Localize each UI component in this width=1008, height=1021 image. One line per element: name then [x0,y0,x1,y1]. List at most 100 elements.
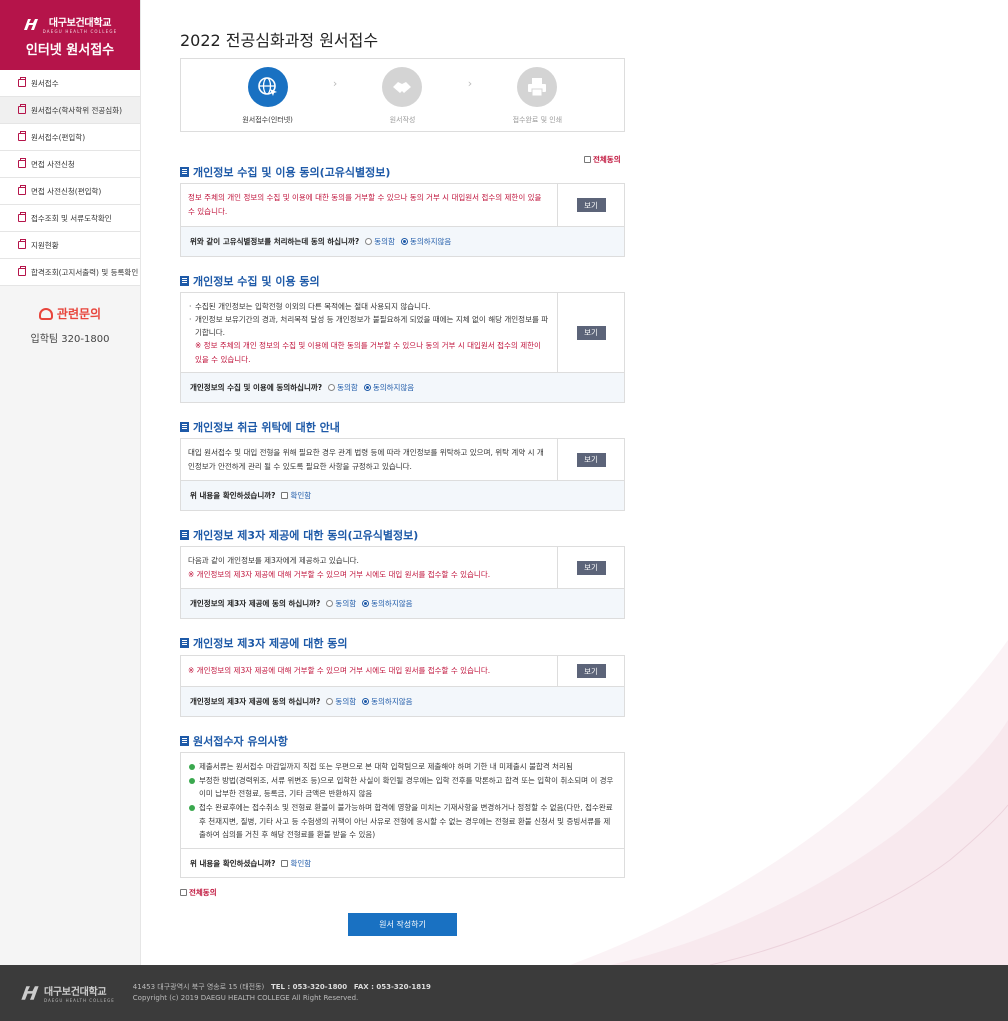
sidebar-item-label: 면접 사전신청(편입학) [31,186,102,196]
disagree-label: 동의하지않음 [371,697,413,706]
document-icon [180,530,189,540]
sidebar-item-label: 지원현황 [31,240,59,250]
sidebar-item-label: 원서접수(학사학위 전공심화) [31,105,123,115]
sidebar-nav: 원서접수 원서접수(학사학위 전공심화) 원서접수(편입학) 면접 사전신청 면… [0,70,140,286]
sidebar-item-status[interactable]: 지원현황 [0,232,140,259]
sidebar-item-label: 합격조회(고지서출력) 및 등록확인 [31,267,139,277]
building-icon [18,212,26,222]
consent-box-outsourcing: 대입 원서접수 및 대입 전형을 위해 필요한 경우 관계 법령 등에 따라 개… [180,438,625,511]
agree-radio[interactable]: 동의함 [326,696,356,707]
document-icon [180,422,189,432]
confirm-checkbox[interactable]: 확인함 [281,490,311,501]
consent-note: ※ 정보 주체의 개인 정보의 수집 및 이용에 대한 동의를 거부할 수 있으… [195,341,541,364]
agree-radio[interactable]: 동의함 [328,382,358,393]
notice-item: 부정한 방법(경력위조, 서류 위변조 등)으로 입학한 사실이 확인될 경우에… [189,774,616,801]
section-title-text: 개인정보 수집 및 이용 동의(고유식별정보) [193,166,391,179]
step-write: 원서작성 [362,59,442,125]
section-title-text: 개인정보 수집 및 이용 동의 [193,275,320,288]
consent-text: 대입 원서접수 및 대입 전형을 위해 필요한 경우 관계 법령 등에 따라 개… [181,439,558,480]
building-icon [18,158,26,168]
consent-question: 위와 같이 고유식별정보를 처리하는데 동의 하십니까? [190,237,360,246]
disagree-radio[interactable]: 동의하지않음 [362,598,413,609]
view-button[interactable]: 보기 [576,664,606,678]
disagree-radio[interactable]: 동의하지않음 [363,382,414,393]
consent-box-third-party-unique: 다음과 같이 개인정보를 제3자에게 제공하고 있습니다. ※ 개인정보의 제3… [180,546,625,619]
agree-label: 동의함 [337,383,358,392]
view-button[interactable]: 보기 [576,325,606,340]
consent-question: 위 내용을 확인하셨습니까? [190,491,276,500]
sidebar-item-label: 원서접수(편입학) [31,132,86,142]
footer: 대구보건대학교 DAEGU HEALTH COLLEGE 41453 대구광역시… [0,965,1008,1021]
consent-box-third-party: ※ 개인정보의 제3자 제공에 대해 거부할 수 있으며 거부 시에도 대입 원… [180,655,625,717]
disagree-label: 동의하지않음 [409,237,452,246]
disagree-label: 동의하지않음 [371,599,413,608]
document-icon [180,736,189,746]
headset-icon [38,307,53,320]
confirm-label: 확인함 [290,858,312,868]
section-title-collection: 개인정보 수집 및 이용 동의 [180,273,320,289]
step-application: 원서접수(인터넷) [228,59,308,125]
sidebar: 대구보건대학교 DAEGU HEALTH COLLEGE 인터넷 원서접수 원서… [0,0,141,965]
section-title-third-party: 개인정보 제3자 제공에 대한 동의 [180,635,348,651]
consent-question-row: 위와 같이 고유식별정보를 처리하는데 동의 하십니까? 동의함 동의하지않음 [181,227,624,256]
sidebar-title: 인터넷 원서접수 [25,43,115,58]
disagree-radio[interactable]: 동의하지않음 [400,236,452,247]
contact-title-label: 관련문의 [56,307,102,321]
agree-all-checkbox-bottom[interactable]: 전체동의 [180,887,217,898]
view-button[interactable]: 보기 [576,198,606,212]
building-icon [18,185,26,195]
footer-info: 41453 대구광역시 북구 영송로 15 (태전동) TEL : 053-32… [133,982,431,1004]
college-logo-mark-icon [23,18,38,30]
background-decoration [570,640,1008,965]
consent-question: 개인정보의 수집 및 이용에 동의하십니까? [190,383,323,392]
consent-question: 개인정보의 제3자 제공에 동의 하십니까? [190,599,321,608]
building-icon [18,77,26,87]
contact-title: 관련문의 [0,305,140,322]
printer-icon [528,78,547,97]
notice-item: 접수 완료후에는 접수취소 및 전형료 환불이 불가능하며 합격에 영향을 미치… [189,801,616,842]
notice-item: 제출서류는 원서접수 마감일까지 직접 또는 우편으로 본 대학 입학팀으로 제… [189,760,616,774]
sidebar-item-lookup[interactable]: 접수조회 및 서류도착확인 [0,205,140,232]
document-icon [180,167,189,177]
footer-logo-korean: 대구보건대학교 [44,987,107,998]
chevron-right-icon: › [332,77,338,90]
consent-box-collection: 수집된 개인정보는 입학전형 이외의 다른 목적에는 절대 사용되지 않습니다.… [180,292,625,403]
handshake-icon [393,82,412,93]
sidebar-item-advanced-major[interactable]: 원서접수(학사학위 전공심화) [0,97,140,124]
consent-text: 다음과 같이 개인정보를 제3자에게 제공하고 있습니다. [188,556,359,565]
college-logo[interactable]: 대구보건대학교 DAEGU HEALTH COLLEGE [0,14,140,34]
sidebar-item-results[interactable]: 합격조회(고지서출력) 및 등록확인 [0,259,140,286]
sidebar-item-transfer[interactable]: 원서접수(편입학) [0,124,140,151]
sidebar-item-label: 접수조회 및 서류도착확인 [31,213,112,223]
footer-logo: 대구보건대학교 DAEGU HEALTH COLLEGE [20,983,115,1003]
logo-korean-text: 대구보건대학교 [48,18,112,29]
section-title-notice: 원서접수자 유의사항 [180,733,288,749]
contact-number: 입학팀 320-1800 [30,334,110,345]
footer-copyright: Copyright (c) 2019 DAEGU HEALTH COLLEGE … [132,994,359,1002]
view-button[interactable]: 보기 [576,560,606,575]
section-title-text: 개인정보 제3자 제공에 대한 동의(고유식별정보) [193,529,419,542]
section-title-unique-id: 개인정보 수집 및 이용 동의(고유식별정보) [180,164,390,180]
building-icon [18,104,26,114]
view-button[interactable]: 보기 [576,452,606,467]
section-title-text: 개인정보 제3자 제공에 대한 동의 [193,637,348,650]
consent-question-row: 개인정보의 제3자 제공에 동의 하십니까? 동의함 동의하지않음 [181,687,624,716]
section-title-text: 개인정보 취급 위탁에 대한 안내 [193,421,340,434]
document-icon [180,638,189,648]
confirm-checkbox[interactable]: 확인함 [281,858,311,869]
agree-radio[interactable]: 동의함 [365,236,395,247]
chevron-right-icon: › [467,77,473,90]
college-logo-mark-icon [21,986,39,1000]
disagree-radio[interactable]: 동의하지않음 [362,696,413,707]
sidebar-item-interview-transfer[interactable]: 면접 사전신청(편입학) [0,178,140,205]
step-label: 접수완료 및 인쇄 [512,116,563,124]
agree-all-label: 전체동의 [593,155,621,164]
section-title-outsourcing: 개인정보 취급 위탁에 대한 안내 [180,419,340,435]
progress-steps: 원서접수(인터넷) › 원서작성 › 접수완료 및 인쇄 [180,58,625,132]
sidebar-item-interview-pre[interactable]: 면접 사전신청 [0,151,140,178]
agree-all-checkbox-top[interactable]: 전체동의 [584,154,621,165]
submit-application-button[interactable]: 원서 작성하기 [348,913,457,936]
agree-radio[interactable]: 동의함 [326,598,356,609]
notice-box: 제출서류는 원서접수 마감일까지 직접 또는 우편으로 본 대학 입학팀으로 제… [180,752,625,878]
sidebar-item-application[interactable]: 원서접수 [0,70,140,97]
